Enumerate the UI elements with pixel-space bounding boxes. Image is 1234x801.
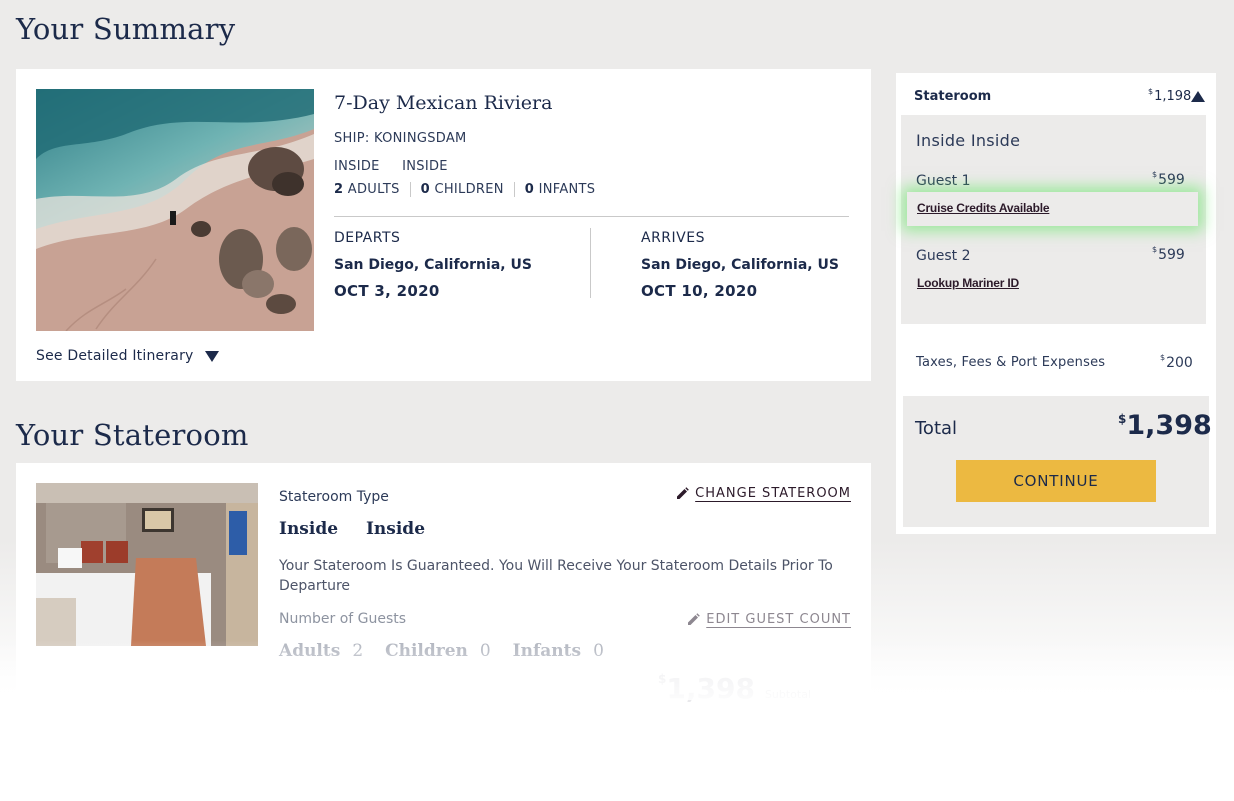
room-type-2: INSIDE — [402, 159, 448, 174]
infants-value: 0 — [593, 641, 604, 661]
change-stateroom-link[interactable]: CHANGE STATEROOM — [676, 486, 851, 501]
lookup-mariner-id-link[interactable]: Lookup Mariner ID — [917, 276, 1019, 290]
guest-summary: 2 ADULTS 0 CHILDREN 0 INFANTS — [334, 182, 615, 197]
see-detailed-itinerary-link[interactable]: See Detailed Itinerary — [36, 348, 219, 364]
chevron-up-icon[interactable] — [1191, 91, 1205, 102]
infants-label: Infants — [512, 641, 582, 661]
divider — [334, 216, 849, 217]
edit-guest-count-link[interactable]: EDIT GUEST COUNT — [687, 612, 851, 627]
total-price: $1,398 — [1118, 410, 1212, 441]
chevron-down-icon — [204, 350, 219, 362]
pencil-icon — [677, 487, 689, 499]
room-type-1: INSIDE — [334, 159, 380, 174]
adults-label: Adults — [279, 641, 341, 661]
departs-date: OCT 3, 2020 — [334, 282, 440, 300]
arrives-label: ARRIVES — [641, 230, 705, 246]
stateroom-image — [36, 483, 258, 646]
guest-2-label: Guest 2 — [916, 248, 971, 264]
panel-stateroom-label: Stateroom — [914, 89, 992, 104]
taxes-label: Taxes, Fees & Port Expenses — [916, 355, 1106, 370]
stateroom-type-1: Inside — [279, 519, 339, 539]
see-itinerary-label: See Detailed Itinerary — [36, 348, 194, 364]
stateroom-type-2: Inside — [365, 519, 426, 539]
subtotal: $1,398 Subtotal — [658, 672, 811, 705]
arrives-date: OCT 10, 2020 — [641, 282, 758, 300]
itinerary-title: 7-Day Mexican Riviera — [334, 92, 553, 114]
subtotal-label: Subtotal — [764, 688, 812, 701]
continue-button[interactable]: CONTINUE — [956, 460, 1156, 502]
departs-port: San Diego, California, US — [334, 257, 532, 273]
change-stateroom-label: CHANGE STATEROOM — [695, 486, 851, 501]
guest-1-label: Guest 1 — [916, 173, 971, 189]
stateroom-type-name: Inside Inside — [279, 519, 447, 539]
children-value: 0 — [479, 641, 491, 661]
taxes-price: $200 — [1160, 353, 1193, 371]
stateroom-guarantee-text: Your Stateroom Is Guaranteed. You Will R… — [279, 558, 833, 594]
adults-value: 2 — [352, 641, 364, 661]
arrives-port: San Diego, California, US — [641, 257, 839, 273]
number-of-guests-label: Number of Guests — [279, 611, 407, 627]
total-label: Total — [915, 418, 958, 439]
stateroom-type-label: Stateroom Type — [279, 489, 389, 505]
guest-children: 0 CHILDREN — [421, 182, 515, 197]
breakdown-room-title: Inside Inside — [916, 131, 1021, 150]
room-types: INSIDE INSIDE — [334, 159, 466, 174]
summary-heading: Your Summary — [16, 12, 236, 46]
stateroom-heading: Your Stateroom — [16, 418, 249, 452]
guest-adults: 2 ADULTS — [334, 182, 411, 197]
subtotal-value: 1,398 — [666, 672, 755, 705]
itinerary-beach-image — [36, 89, 314, 331]
divider-vertical — [590, 228, 591, 298]
guest-counts: Adults 2 Children 0 Infants 0 — [279, 641, 620, 661]
guest-1-price: $599 — [1152, 170, 1185, 188]
children-label: Children — [385, 641, 468, 661]
ship-name: SHIP: KONINGSDAM — [334, 131, 467, 146]
guest-infants: 0 INFANTS — [524, 182, 596, 197]
cruise-credits-link[interactable]: Cruise Credits Available — [917, 201, 1050, 215]
departs-label: DEPARTS — [334, 230, 401, 246]
guest-2-price: $599 — [1152, 245, 1185, 263]
edit-guest-count-label: EDIT GUEST COUNT — [706, 612, 851, 627]
pencil-icon — [688, 613, 701, 625]
panel-stateroom-price: $1,198 — [1148, 87, 1192, 104]
